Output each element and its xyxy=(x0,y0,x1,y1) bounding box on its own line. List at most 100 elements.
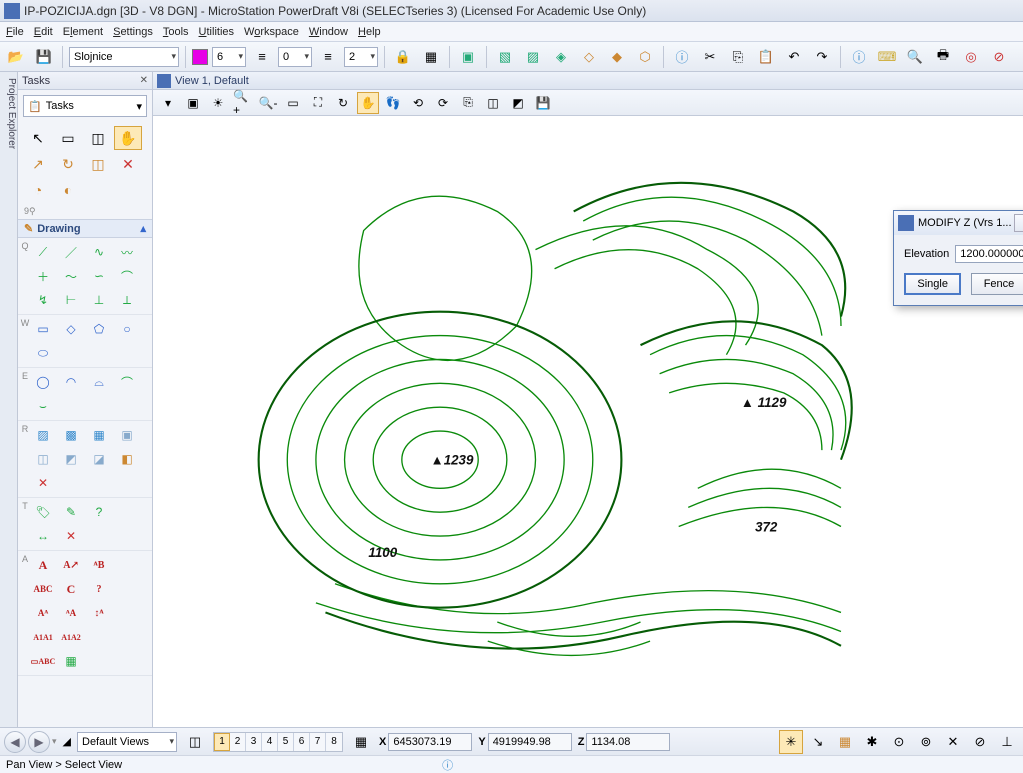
place-spiral-icon[interactable]: ↯ xyxy=(30,289,56,311)
ellipse-icon[interactable]: ◯ xyxy=(30,371,56,393)
text-abc-icon[interactable]: ABC xyxy=(30,578,56,600)
side-tab-project-explorer[interactable]: Project Explorer xyxy=(0,72,18,727)
linestyle-combo[interactable]: 0 xyxy=(278,47,312,67)
crosshatch-icon[interactable]: ▩ xyxy=(58,424,84,446)
construct-icon[interactable]: ⊢ xyxy=(58,289,84,311)
info-icon[interactable]: ⓘ xyxy=(847,45,871,69)
last-tool-icon[interactable]: ⊘ xyxy=(987,45,1011,69)
tag-review-icon[interactable]: ? xyxy=(86,501,112,523)
snap-mode-icon[interactable]: ✳ xyxy=(779,730,803,754)
modify-arc2-icon[interactable]: ⌣ xyxy=(30,395,56,417)
place-bspline-icon[interactable]: ∽ xyxy=(86,265,112,287)
snap-keypoint-icon[interactable]: ✱ xyxy=(860,730,884,754)
menu-window[interactable]: Window xyxy=(309,26,348,38)
region2-icon[interactable]: ◩ xyxy=(58,448,84,470)
pattern-icon[interactable]: ▦ xyxy=(86,424,112,446)
walk-icon[interactable]: 👣 xyxy=(382,92,404,114)
clip-volume-icon[interactable]: ◫ xyxy=(482,92,504,114)
leveldisplay-icon[interactable]: ◆ xyxy=(605,45,629,69)
dialog-titlebar[interactable]: MODIFY Z (Vrs 1... — ☐ ✕ xyxy=(894,211,1023,235)
construct-perp-icon[interactable]: ⊥ xyxy=(86,289,112,311)
open-file-icon[interactable]: 📂 xyxy=(4,45,28,69)
pointcloud-icon[interactable]: ◈ xyxy=(549,45,573,69)
clip-mask-icon[interactable]: ◩ xyxy=(507,92,529,114)
snap-nearest-icon[interactable]: ⊚ xyxy=(914,730,938,754)
place-stream-icon[interactable]: 〰 xyxy=(114,241,140,263)
color-swatch[interactable] xyxy=(192,49,208,65)
pan-tool-icon[interactable]: ✋ xyxy=(114,126,142,150)
delete-icon[interactable]: ✕ xyxy=(114,152,142,176)
view-prev-icon[interactable]: ⟲ xyxy=(407,92,429,114)
zoom-in-icon[interactable]: 🔍+ xyxy=(232,92,254,114)
view-8[interactable]: 8 xyxy=(326,733,342,751)
menu-utilities[interactable]: Utilities xyxy=(199,26,234,38)
levels-icon[interactable]: ◇ xyxy=(577,45,601,69)
place-block-icon[interactable]: ▭ xyxy=(30,318,56,340)
view-layout-icon[interactable]: ▦ xyxy=(349,730,373,754)
place-ellipse-icon[interactable]: ⬭ xyxy=(30,342,56,364)
linestyle-icon[interactable]: ≡ xyxy=(250,45,274,69)
view-7[interactable]: 7 xyxy=(310,733,326,751)
single-button[interactable]: Single xyxy=(904,273,961,295)
view-toggle-icon[interactable]: ◫ xyxy=(183,730,207,754)
snap-accudraw-icon[interactable]: ↘ xyxy=(806,730,830,754)
construct-tan-icon[interactable]: ⟂ xyxy=(114,289,140,311)
place-text-icon[interactable]: A xyxy=(30,554,56,576)
flood-icon[interactable]: ▣ xyxy=(114,424,140,446)
manipulate-icon[interactable]: ↗ xyxy=(24,152,52,176)
place-curve-icon[interactable]: 〜 xyxy=(58,265,84,287)
references-icon[interactable]: ▧ xyxy=(493,45,517,69)
nav-fwd-icon[interactable]: ▶ xyxy=(28,731,50,753)
accudraw-icon[interactable]: ◢ xyxy=(63,735,71,748)
modify-icon[interactable]: ◫ xyxy=(84,152,112,176)
region3-icon[interactable]: ◪ xyxy=(86,448,112,470)
fence-button[interactable]: Fence xyxy=(971,273,1023,295)
minimize-button[interactable]: — xyxy=(1014,214,1023,232)
text-box-icon[interactable]: ▭ABC xyxy=(30,650,56,672)
tag-delete-icon[interactable]: ✕ xyxy=(58,525,84,547)
tag-change-icon[interactable]: ↔ xyxy=(30,525,56,547)
rotate-view-icon[interactable]: ↻ xyxy=(332,92,354,114)
arc-icon[interactable]: ◠ xyxy=(58,371,84,393)
info-small-icon[interactable]: ⓘ xyxy=(442,757,453,773)
place-arc-icon[interactable]: ⌒ xyxy=(114,265,140,287)
keyin-icon[interactable]: ⌨ xyxy=(875,45,899,69)
view-3[interactable]: 3 xyxy=(246,733,262,751)
modify-arc-icon[interactable]: ⌒ xyxy=(114,371,140,393)
tag-icon[interactable]: 🏷 xyxy=(30,501,56,523)
close-icon[interactable]: ✕ xyxy=(140,75,148,86)
menu-edit[interactable]: Edit xyxy=(34,26,53,38)
explorer-icon[interactable]: 🔍 xyxy=(903,45,927,69)
level-combo[interactable]: Slojnice xyxy=(69,47,179,67)
adjust-icon[interactable]: ☀ xyxy=(207,92,229,114)
place-line-icon[interactable]: ／ xyxy=(58,241,84,263)
tag-edit-icon[interactable]: ✎ xyxy=(58,501,84,523)
place-polygon-icon[interactable]: ⬠ xyxy=(86,318,112,340)
place-circle-icon[interactable]: ○ xyxy=(114,318,140,340)
text-a2-icon[interactable]: A1A2 xyxy=(58,626,84,648)
grid-icon[interactable]: ▦ xyxy=(419,45,443,69)
zoom-out-icon[interactable]: 🔍- xyxy=(257,92,279,114)
canvas[interactable]: ▲1239 ▲ 1129 1100 372 xyxy=(153,116,1023,727)
partial-arc-icon[interactable]: ⌓ xyxy=(86,371,112,393)
place-smartline-icon[interactable]: ⟋ xyxy=(30,241,56,263)
view-save-icon[interactable]: 💾 xyxy=(532,92,554,114)
view-4[interactable]: 4 xyxy=(262,733,278,751)
view-attributes-icon[interactable]: ▾ xyxy=(157,92,179,114)
text-q-icon[interactable]: ? xyxy=(86,578,112,600)
y-coord-input[interactable] xyxy=(488,733,572,751)
place-point-icon[interactable]: ＋ xyxy=(30,265,56,287)
menu-settings[interactable]: Settings xyxy=(113,26,153,38)
view-rotate-icon[interactable]: ↻ xyxy=(54,152,82,176)
copy-icon[interactable]: ⎘ xyxy=(726,45,750,69)
menu-file[interactable]: FFileile xyxy=(6,26,24,38)
raster-icon[interactable]: ▨ xyxy=(521,45,545,69)
place-shape-icon[interactable]: ◇ xyxy=(58,318,84,340)
delete-pattern-icon[interactable]: ✕ xyxy=(30,472,56,494)
menu-tools[interactable]: Tools xyxy=(163,26,189,38)
view-5[interactable]: 5 xyxy=(278,733,294,751)
text-a1-icon[interactable]: A1A1 xyxy=(30,626,56,648)
region-icon[interactable]: ◫ xyxy=(30,448,56,470)
menu-element[interactable]: Element xyxy=(63,26,103,38)
text-aa2-icon[interactable]: ᴬA xyxy=(58,602,84,624)
